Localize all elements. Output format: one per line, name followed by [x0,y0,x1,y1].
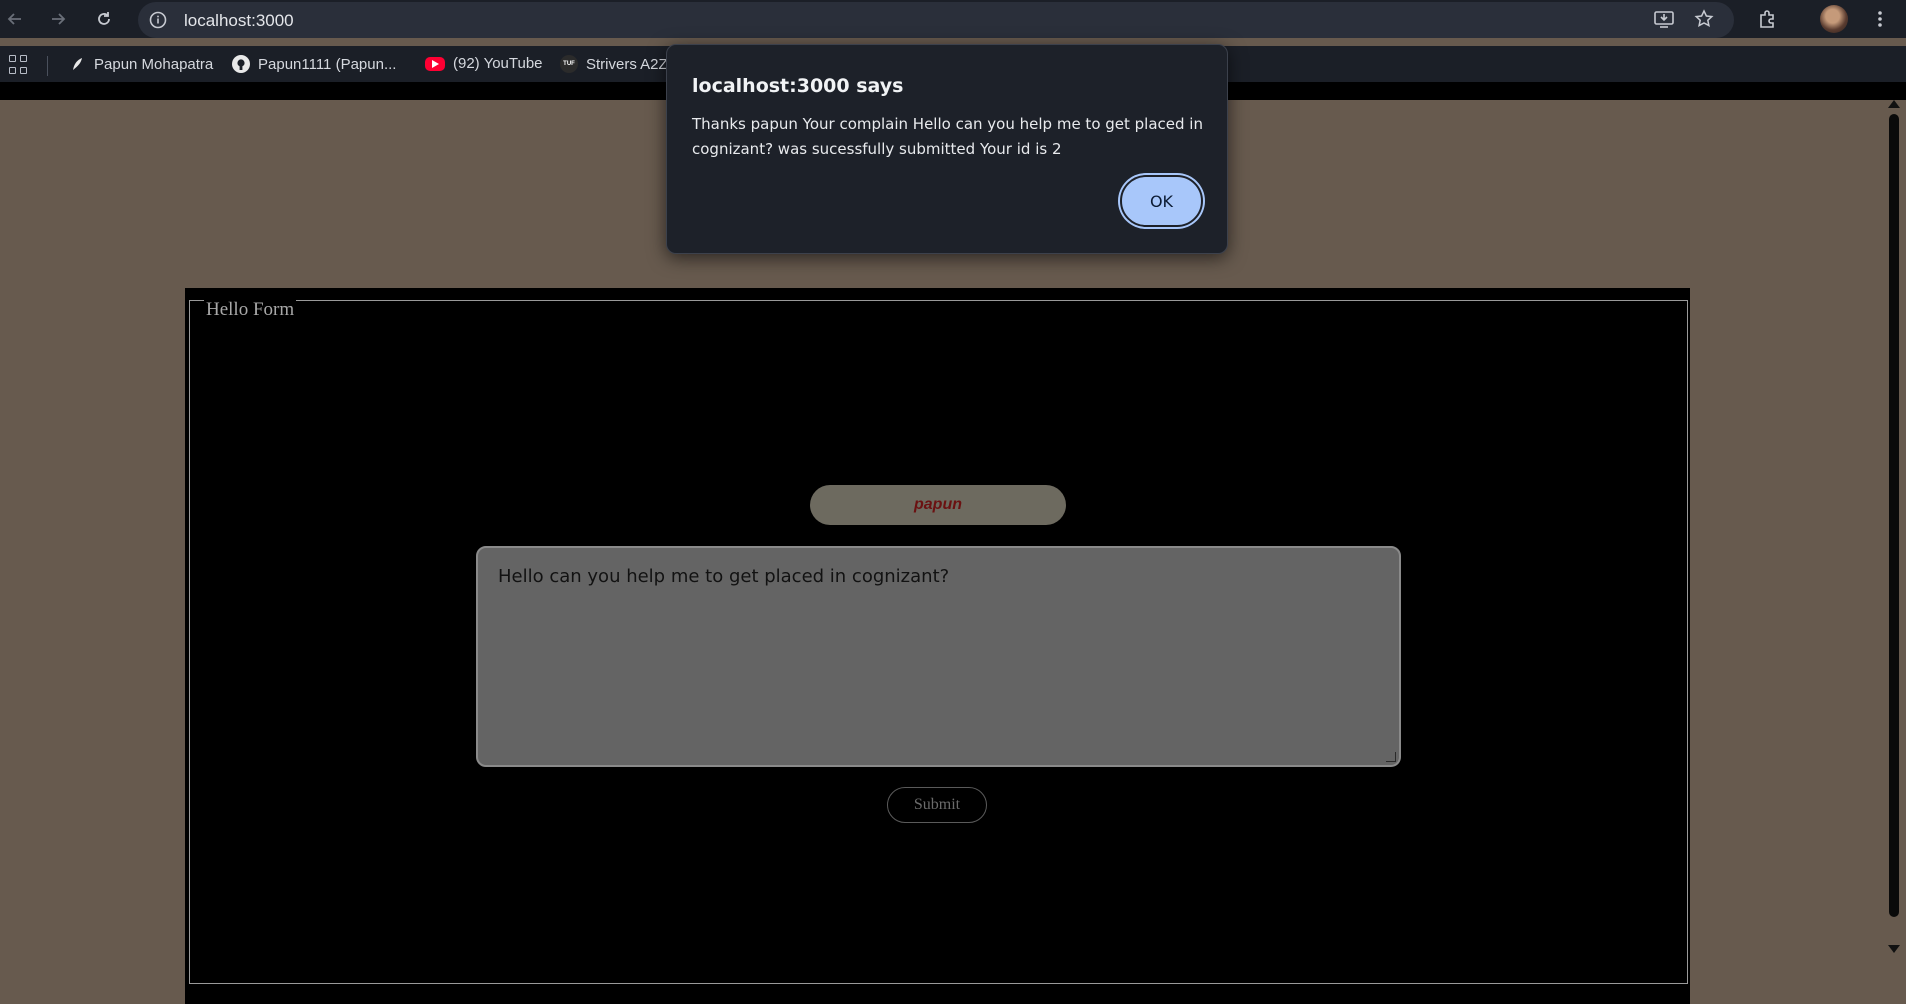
complaint-textarea[interactable]: Hello can you help me to get placed in c… [476,546,1401,767]
menu-kebab-icon[interactable] [1868,7,1892,31]
alert-dialog: localhost:3000 says Thanks papun Your co… [666,44,1228,254]
dialog-message: Thanks papun Your complain Hello can you… [692,115,1203,158]
back-button[interactable] [3,7,27,31]
bookmark-label: Papun Mohapatra [94,55,214,73]
name-input[interactable]: papun [810,485,1066,525]
profile-avatar[interactable] [1820,5,1848,33]
reload-icon [98,12,110,25]
bookmark-label: Strivers A2Z [586,55,668,73]
bookmark-strivers[interactable]: TUF Strivers A2Z [560,55,668,73]
bookmark-star-icon[interactable] [1692,7,1716,31]
github-icon [232,55,250,73]
bookmark-label: (92) YouTube [453,55,543,72]
bookmark-papun-mohapatra[interactable]: Papun Mohapatra [68,55,213,73]
forward-button[interactable] [46,7,70,31]
scroll-down-arrow-icon[interactable] [1888,945,1900,953]
submit-button[interactable]: Submit [887,787,987,823]
bookmarks-divider [47,56,48,76]
feather-icon [68,55,86,73]
site-info-icon[interactable] [148,10,168,30]
complaint-text: Hello can you help me to get placed in c… [498,566,950,587]
back-arrow-icon [7,13,21,25]
form-panel: Hello Form papun Hello can you help me t… [185,288,1690,1004]
ok-button[interactable]: OK [1120,175,1203,227]
scroll-up-arrow-icon[interactable] [1888,100,1900,108]
youtube-icon [425,56,445,71]
reload-button[interactable] [92,7,116,31]
url-text: localhost:3000 [184,11,294,30]
form-legend: Hello Form [204,299,297,321]
vertical-scrollbar[interactable] [1882,100,1906,955]
bookmark-github[interactable]: Papun1111 (Papun... [232,55,396,73]
apps-grid-icon[interactable] [9,55,29,75]
extensions-icon[interactable] [1755,7,1779,31]
scrollbar-thumb[interactable] [1889,114,1899,917]
install-app-icon[interactable] [1652,7,1676,31]
resize-grip-icon[interactable] [1386,752,1396,762]
bookmark-youtube[interactable]: (92) YouTube [425,55,543,72]
dialog-title: localhost:3000 says [692,75,904,97]
tuf-icon: TUF [560,55,578,73]
browser-toolbar: localhost:3000 [0,0,1906,38]
bookmark-label: Papun1111 (Papun... [258,55,397,73]
forward-arrow-icon [52,13,66,25]
address-bar[interactable]: localhost:3000 [138,2,1734,38]
